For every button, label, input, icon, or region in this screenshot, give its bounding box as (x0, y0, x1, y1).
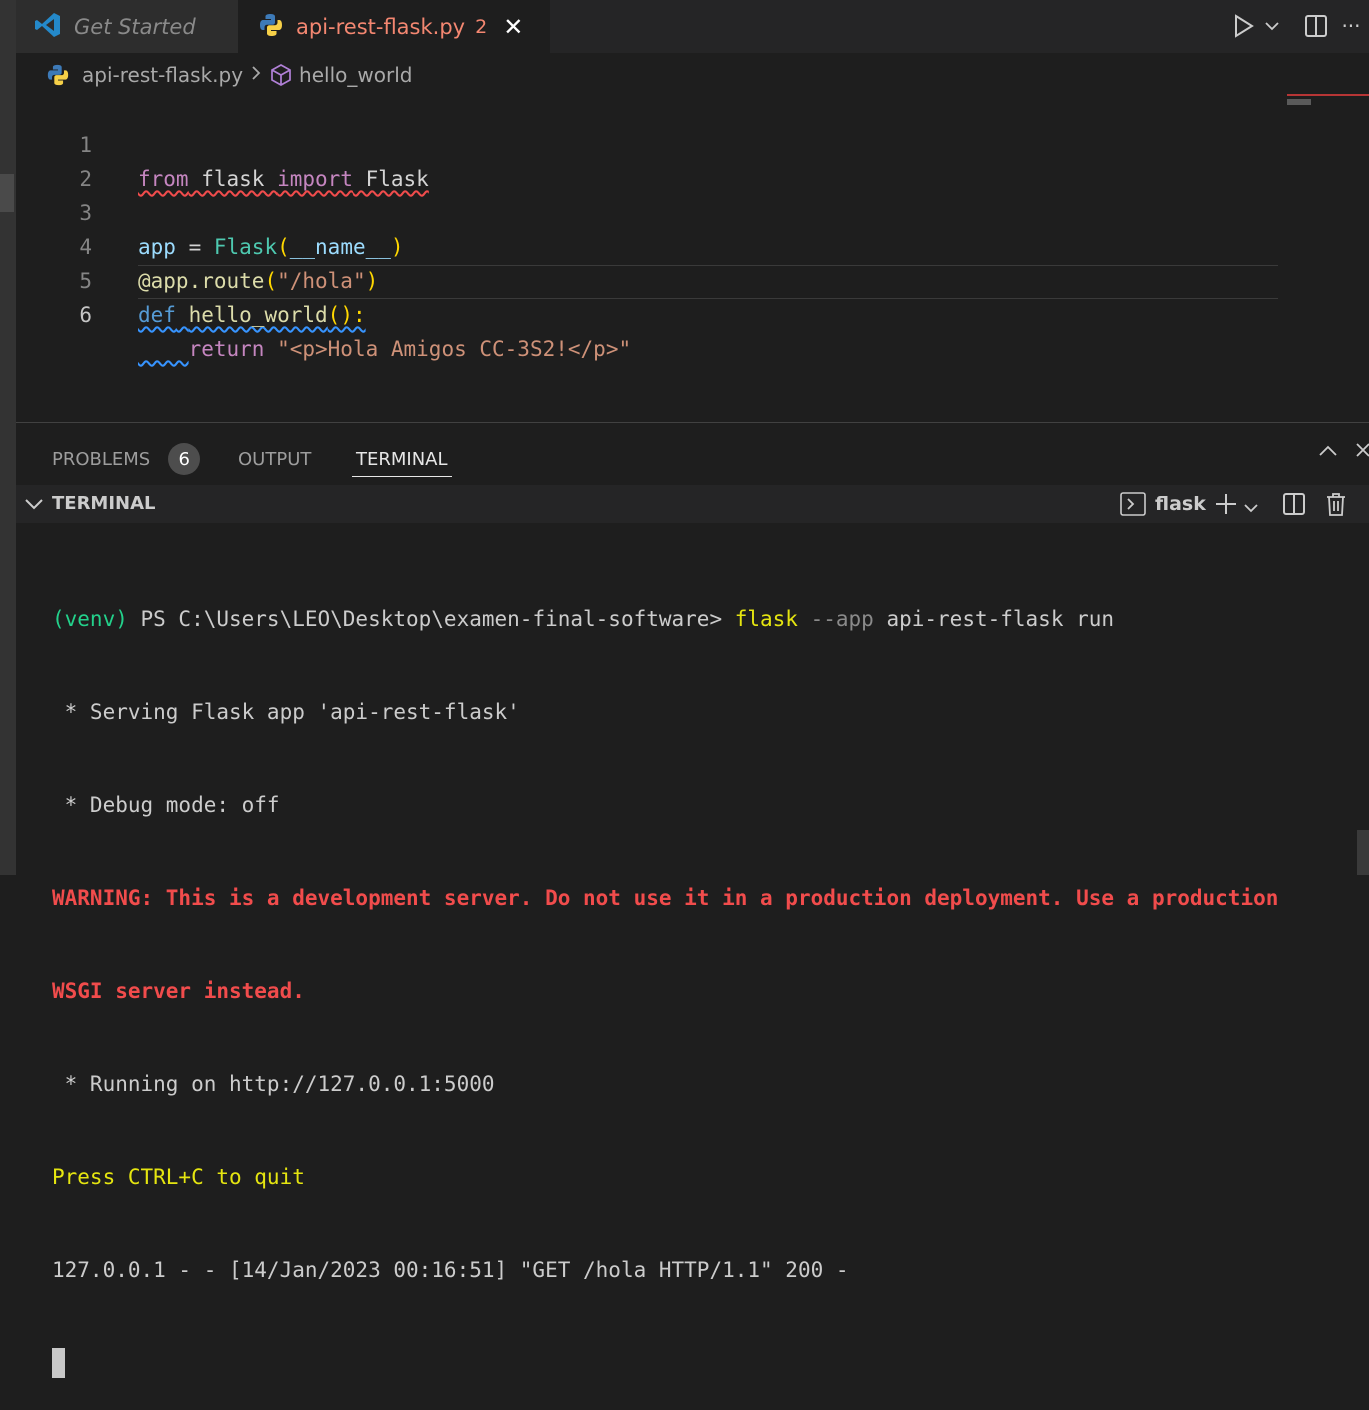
terminal-line (52, 1348, 1352, 1379)
split-editor-icon[interactable] (1302, 10, 1330, 42)
problem-count-badge: 2 (475, 15, 488, 38)
editor-tab-bar: Get Started api-rest-flask.py 2 ✕ ··· (16, 0, 1369, 53)
close-icon[interactable]: ✕ (503, 13, 523, 41)
minimap-error-marker (1287, 94, 1369, 96)
run-icon[interactable] (1230, 10, 1258, 42)
terminal-line: (venv) PS C:\Users\LEO\Desktop\examen-fi… (52, 607, 1115, 631)
terminal-line: * Serving Flask app 'api-rest-flask' (52, 700, 520, 724)
problems-count-badge: 6 (168, 443, 201, 475)
terminal-line: 127.0.0.1 - - [14/Jan/2023 00:16:51] "GE… (52, 1258, 849, 1282)
terminal-icon (1120, 492, 1146, 520)
tab-label: api-rest-flask.py (296, 14, 466, 39)
terminal-output[interactable]: (venv) PS C:\Users\LEO\Desktop\examen-fi… (52, 542, 1352, 1410)
terminal-section-title: TERMINAL (52, 493, 156, 514)
breadcrumb-symbol[interactable]: hello_world (299, 63, 412, 87)
line-number: 6 (79, 303, 92, 327)
chevron-down-icon[interactable] (1262, 10, 1282, 42)
more-actions-icon[interactable]: ··· (1336, 10, 1366, 42)
terminal-line: Press CTRL+C to quit (52, 1165, 305, 1189)
python-icon (46, 63, 70, 87)
terminal-line: * Running on http://127.0.0.1:5000 (52, 1072, 495, 1096)
chevron-down-icon[interactable] (24, 495, 44, 517)
tab-output[interactable]: OUTPUT (238, 442, 311, 476)
tab-problems[interactable]: PROBLEMS 6 (52, 442, 201, 476)
tab-get-started[interactable]: Get Started (16, 0, 238, 53)
terminal-warning-line: WSGI server instead. (52, 979, 305, 1003)
symbol-method-icon (269, 63, 293, 87)
tab-label: Get Started (74, 14, 196, 39)
python-icon (258, 12, 284, 42)
activity-bar-item[interactable] (0, 174, 14, 212)
terminal-cursor (52, 1348, 65, 1378)
terminal-line: * Debug mode: off (52, 793, 280, 817)
code-line[interactable]: 5 def hello_world(): (16, 230, 1286, 327)
code-editor[interactable]: 1 from flask import Flask 2 3 app = Flas… (16, 94, 1369, 422)
breadcrumb-file[interactable]: api-rest-flask.py (82, 63, 243, 87)
tab-api-rest-flask[interactable]: api-rest-flask.py 2 ✕ (238, 0, 550, 53)
add-terminal-icon[interactable] (1213, 492, 1239, 520)
code-line[interactable]: 6 return "<p>Hola Amigos CC-3S2!</p>" (16, 264, 1286, 361)
vscode-logo-icon (34, 11, 62, 43)
minimap[interactable] (1287, 99, 1311, 105)
terminal-scrollbar[interactable] (1357, 830, 1369, 875)
close-icon[interactable] (1354, 441, 1369, 463)
activity-bar (0, 0, 16, 875)
code-line[interactable]: 2 (16, 128, 1286, 191)
terminal-warning-line: WARNING: This is a development server. D… (52, 886, 1279, 910)
terminal-instance-name[interactable]: flask (1155, 485, 1206, 523)
code-line[interactable]: 1 from flask import Flask (16, 94, 1286, 191)
split-terminal-icon[interactable] (1282, 492, 1306, 520)
chevron-up-icon[interactable] (1318, 443, 1338, 462)
terminal-header: TERMINAL flask (16, 485, 1369, 523)
code-line[interactable]: 3 app = Flask(__name__) (16, 162, 1286, 259)
chevron-down-icon[interactable] (1244, 498, 1258, 517)
code-line[interactable]: 4 @app.route("/hola") (16, 196, 1286, 293)
tab-label: TERMINAL (356, 448, 448, 470)
tab-terminal[interactable]: TERMINAL (352, 442, 452, 477)
chevron-right-icon (251, 65, 261, 86)
tab-label: OUTPUT (238, 448, 312, 470)
tab-label: PROBLEMS (52, 448, 151, 470)
trash-icon[interactable] (1324, 491, 1348, 521)
breadcrumb: api-rest-flask.py hello_world (46, 60, 412, 90)
